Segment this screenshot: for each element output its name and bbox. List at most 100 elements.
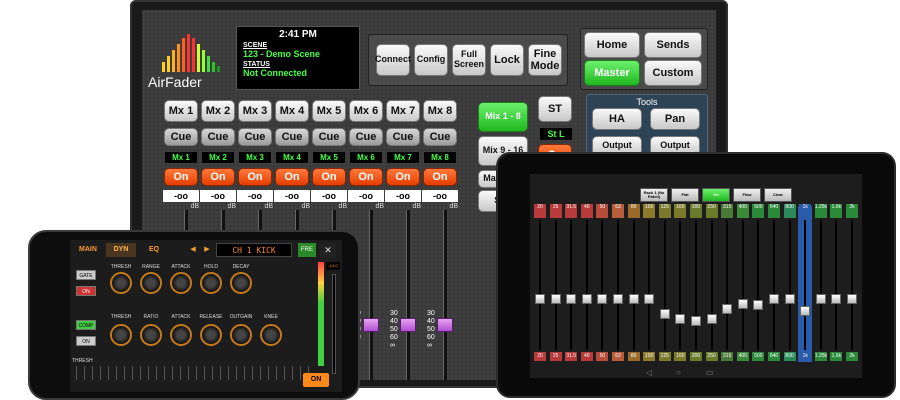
mix-on-button[interactable]: On — [238, 168, 272, 186]
geq-toolbar-button[interactable]: Rack 1 (No Patch) — [640, 188, 668, 202]
mix-on-button[interactable]: On — [164, 168, 198, 186]
ha-button[interactable]: HA — [592, 108, 642, 130]
bank-mix-1-8-button[interactable]: Mix 1 - 8 — [478, 102, 528, 132]
geq-fader-track[interactable] — [741, 220, 744, 350]
gate-knob[interactable] — [140, 272, 162, 294]
geq-fader-cap[interactable] — [737, 299, 748, 309]
geq-fader-track[interactable] — [570, 220, 573, 350]
mix-select-button[interactable]: Mx 3 — [238, 100, 272, 122]
geq-fader-track[interactable] — [819, 220, 822, 350]
geq-fader-track[interactable] — [695, 220, 697, 350]
mix-select-button[interactable]: Mx 8 — [423, 100, 457, 122]
gate-knob[interactable] — [170, 272, 192, 294]
comp-button[interactable]: COMP — [76, 320, 96, 330]
geq-toolbar-button[interactable]: Clear — [764, 188, 792, 202]
config-button[interactable]: Config — [414, 44, 448, 76]
geq-fader-track[interactable] — [539, 220, 541, 350]
geq-fader-track[interactable] — [726, 220, 729, 350]
geq-fader-cap[interactable] — [847, 294, 857, 304]
geq-fader-cap[interactable] — [815, 294, 826, 304]
geq-fader-cap[interactable] — [535, 294, 545, 304]
geq-fader-track[interactable] — [835, 220, 838, 350]
tab-main[interactable]: MAIN — [74, 243, 102, 257]
geq-toolbar-button[interactable]: Flat — [671, 188, 699, 202]
geq-fader-cap[interactable] — [800, 306, 811, 316]
geq-fader-track[interactable] — [679, 220, 682, 350]
mix-select-button[interactable]: Mx 6 — [349, 100, 383, 122]
home-button[interactable]: Home — [584, 32, 640, 58]
cue-button[interactable]: Cue — [386, 128, 420, 146]
fader-track[interactable] — [369, 210, 373, 380]
gate-knob[interactable] — [200, 272, 222, 294]
fader-track[interactable] — [443, 210, 447, 380]
comp-knob[interactable] — [170, 324, 192, 346]
mix-on-button[interactable]: On — [386, 168, 420, 186]
geq-fader-track[interactable] — [617, 220, 619, 350]
gate-knob[interactable] — [230, 272, 252, 294]
cue-button[interactable]: Cue — [423, 128, 457, 146]
cue-button[interactable]: Cue — [312, 128, 346, 146]
geq-fader-cap[interactable] — [659, 309, 670, 319]
mix-on-button[interactable]: On — [275, 168, 309, 186]
geq-fader-cap[interactable] — [628, 294, 639, 304]
mix-on-button[interactable]: On — [423, 168, 457, 186]
geq-fader-cap[interactable] — [706, 314, 717, 324]
comp-knob[interactable] — [200, 324, 222, 346]
connect-button[interactable]: Connect — [375, 44, 411, 76]
geq-fader-cap[interactable] — [644, 294, 655, 304]
geq-fader-track[interactable] — [757, 220, 760, 350]
fader-track[interactable] — [406, 210, 410, 380]
geq-fader-track[interactable] — [773, 220, 775, 350]
master-button[interactable]: Master — [584, 60, 640, 86]
lock-button[interactable]: Lock — [490, 44, 524, 76]
geq-fader-track[interactable] — [554, 220, 557, 350]
fader-cap[interactable] — [437, 318, 453, 332]
recents-nav-icon[interactable]: ▭ — [706, 368, 714, 377]
geq-fader-cap[interactable] — [784, 294, 795, 304]
cue-button[interactable]: Cue — [201, 128, 235, 146]
custom-button[interactable]: Custom — [644, 60, 702, 86]
geq-fader-track[interactable] — [648, 220, 651, 350]
cue-button[interactable]: Cue — [349, 128, 383, 146]
geq-fader-track[interactable] — [710, 220, 713, 350]
mix-select-button[interactable]: Mx 2 — [201, 100, 235, 122]
fre-button[interactable]: FRE — [298, 243, 316, 257]
mix-on-button[interactable]: On — [201, 168, 235, 186]
geq-fader-track[interactable] — [632, 220, 635, 350]
gate-knob[interactable] — [110, 272, 132, 294]
gate-on-button[interactable]: ON — [76, 286, 96, 296]
geq-fader-cap[interactable] — [769, 294, 779, 304]
geq-toolbar-button[interactable]: Flow — [733, 188, 761, 202]
fader-cap[interactable] — [363, 318, 379, 332]
geq-fader-track[interactable] — [585, 220, 588, 350]
geq-fader-cap[interactable] — [566, 294, 577, 304]
geq-fader-cap[interactable] — [831, 294, 842, 304]
back-nav-icon[interactable]: ◁ — [646, 368, 652, 377]
prev-channel-icon[interactable]: ◀ — [188, 243, 198, 257]
geq-fader-cap[interactable] — [722, 304, 733, 314]
geq-toolbar-button[interactable]: On — [702, 188, 730, 202]
next-channel-icon[interactable]: ▶ — [202, 243, 212, 257]
gate-button[interactable]: GATE — [76, 270, 96, 280]
fine-mode-button[interactable]: Fine Mode — [528, 44, 562, 76]
cue-button[interactable]: Cue — [238, 128, 272, 146]
mix-select-button[interactable]: Mx 7 — [386, 100, 420, 122]
tab-eq[interactable]: EQ — [140, 243, 168, 257]
comp-knob[interactable] — [140, 324, 162, 346]
close-icon[interactable]: ✕ — [320, 243, 336, 257]
fader-cap[interactable] — [400, 318, 416, 332]
cue-button[interactable]: Cue — [164, 128, 198, 146]
geq-fader-track[interactable] — [804, 220, 807, 350]
mix-select-button[interactable]: Mx 5 — [312, 100, 346, 122]
geq-fader-cap[interactable] — [691, 316, 701, 326]
home-nav-icon[interactable]: ○ — [676, 368, 681, 377]
geq-fader-track[interactable] — [851, 220, 853, 350]
tab-dyn[interactable]: DYN — [106, 243, 136, 257]
geq-fader-cap[interactable] — [675, 314, 686, 324]
geq-fader-cap[interactable] — [613, 294, 623, 304]
phone-on-button[interactable]: ON — [303, 373, 329, 387]
geq-fader-cap[interactable] — [550, 294, 561, 304]
comp-knob[interactable] — [110, 324, 132, 346]
st-button[interactable]: ST — [538, 96, 572, 122]
phone-fader-track[interactable] — [332, 274, 336, 374]
